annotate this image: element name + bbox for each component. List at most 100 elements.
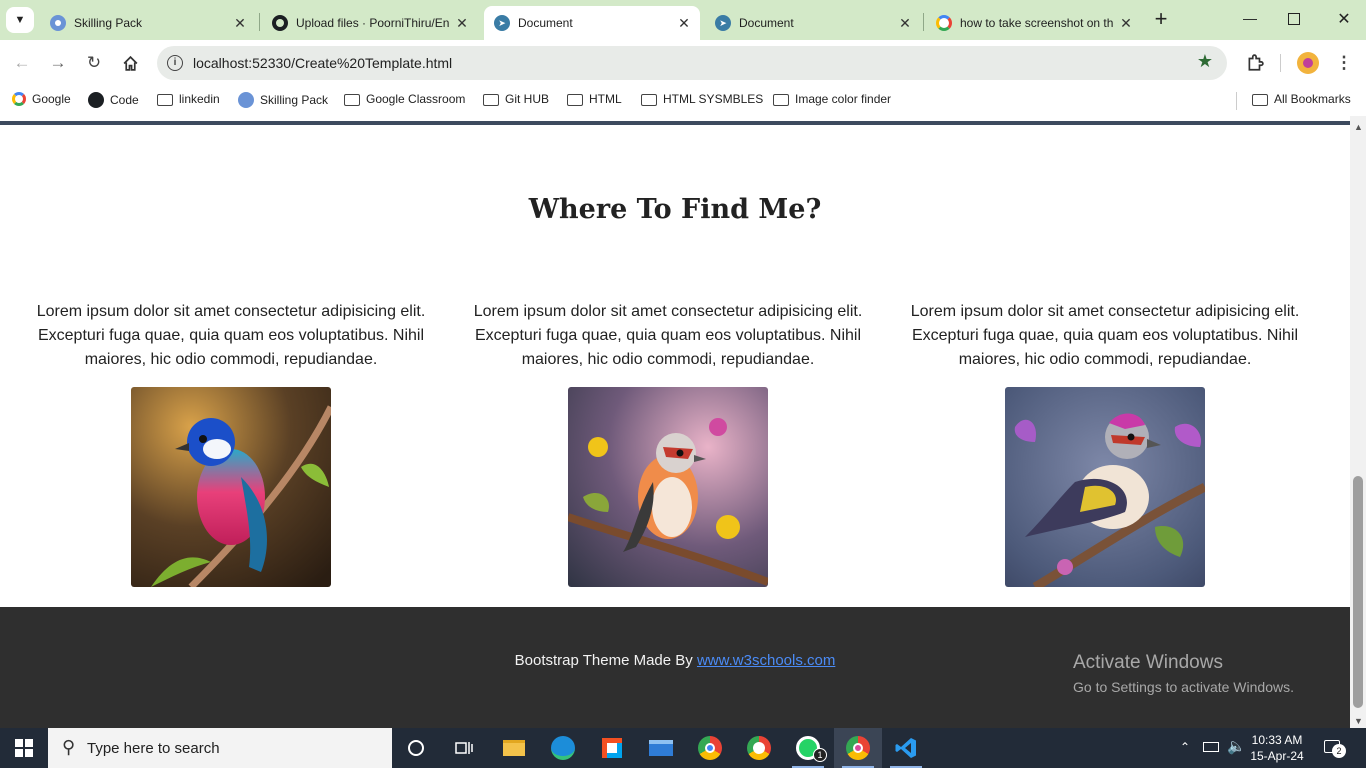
scroll-thumb[interactable] [1353, 476, 1363, 708]
close-icon[interactable]: ✕ [452, 15, 472, 32]
bookmark-label: Git HUB [505, 92, 550, 106]
puzzle-icon [1248, 54, 1264, 71]
chrome-profile-button[interactable] [735, 728, 783, 768]
navbar-edge [0, 121, 1350, 125]
bookmark-code[interactable]: Code [88, 92, 139, 108]
site-info-icon[interactable]: i [167, 55, 183, 71]
folder-icon [641, 94, 657, 106]
folder-icon [567, 94, 583, 106]
bookmark-label: HTML [589, 92, 622, 106]
edge-button[interactable] [539, 728, 587, 768]
document-icon: ➤ [494, 15, 510, 31]
reload-button[interactable]: ↻ [82, 51, 106, 75]
home-icon [123, 55, 137, 71]
column-text: Lorem ipsum dolor sit amet consectetur a… [473, 303, 863, 368]
document-icon: ➤ [715, 15, 731, 31]
bookmark-linkedin[interactable]: linkedin [157, 92, 220, 106]
circle-icon [408, 740, 424, 756]
tab-document-active[interactable]: ➤ Document ✕ [484, 6, 700, 40]
tab-title: Document [739, 16, 794, 30]
scroll-up-icon[interactable]: ▲ [1354, 122, 1363, 132]
taskbar-clock[interactable]: 10:33 AM 15-Apr-24 [1245, 732, 1309, 764]
profile-avatar[interactable] [1297, 52, 1319, 74]
bird-image-finch [1005, 387, 1205, 587]
forward-button[interactable]: → [46, 51, 70, 75]
battery-icon[interactable] [1203, 742, 1219, 752]
restore-button[interactable] [1288, 13, 1300, 25]
chrome-active-button[interactable] [834, 728, 882, 768]
bookmark-google-classroom[interactable]: Google Classroom [344, 92, 465, 106]
back-button[interactable]: ← [10, 51, 34, 75]
chrome-icon [698, 736, 722, 760]
folder-icon [344, 94, 360, 106]
close-icon[interactable]: ✕ [895, 15, 915, 32]
whatsapp-button[interactable]: 1 [784, 728, 832, 768]
folder-icon [1252, 94, 1268, 106]
bookmark-image-color-finder[interactable]: Image color finder [773, 92, 891, 106]
new-tab-button[interactable]: + [1150, 8, 1172, 30]
search-placeholder: Type here to search [87, 740, 220, 757]
scroll-down-icon[interactable]: ▼ [1354, 716, 1363, 726]
search-icon: ⚲ [62, 737, 76, 757]
folder-icon [773, 94, 789, 106]
volume-icon[interactable]: 🔈 [1227, 737, 1246, 755]
notification-center-button[interactable]: 2 [1322, 738, 1346, 758]
github-icon [88, 92, 104, 108]
mail-button[interactable] [637, 728, 685, 768]
tab-title: how to take screenshot on th [960, 16, 1114, 30]
vscode-icon [895, 738, 916, 758]
bookmark-star-icon[interactable]: ★ [1197, 51, 1213, 72]
close-icon[interactable]: ✕ [1116, 15, 1136, 32]
column-text: Lorem ipsum dolor sit amet consectetur a… [910, 303, 1300, 368]
bookmark-git-hub[interactable]: Git HUB [483, 92, 549, 106]
bookmark-label: Skilling Pack [260, 93, 329, 107]
tab-title: Upload files · PoorniThiru/En [296, 16, 450, 30]
taskbar-search[interactable]: ⚲ Type here to search [48, 728, 392, 768]
close-icon[interactable]: ✕ [230, 15, 250, 32]
tab-upload-files[interactable]: Upload files · PoorniThiru/En ✕ [262, 6, 478, 40]
tab-google-search[interactable]: how to take screenshot on th ✕ [926, 6, 1142, 40]
bookmark-skilling-pack[interactable]: Skilling Pack [238, 92, 328, 108]
footer-link[interactable]: www.w3schools.com [697, 652, 835, 669]
watermark-subtitle: Go to Settings to activate Windows. [1073, 679, 1294, 695]
close-icon[interactable]: ✕ [674, 15, 694, 32]
bookmark-google[interactable]: Google [12, 92, 71, 106]
google-icon [12, 92, 26, 106]
clock-time: 10:33 AM [1251, 733, 1303, 747]
bookmark-label: Image color finder [795, 92, 892, 106]
all-bookmarks-label: All Bookmarks [1274, 92, 1351, 106]
chrome-profile-icon [747, 736, 771, 760]
address-bar[interactable]: i localhost:52330/Create%20Template.html… [157, 46, 1227, 80]
show-hidden-icons-chevron[interactable]: ⌃ [1180, 740, 1190, 754]
close-window-button[interactable]: ✕ [1334, 9, 1354, 29]
skilling-pack-icon [238, 92, 254, 108]
home-button[interactable] [118, 51, 142, 75]
all-bookmarks[interactable]: All Bookmarks [1252, 92, 1351, 106]
menu-kebab-button[interactable]: ⋮ [1332, 51, 1356, 75]
info-column: Lorem ipsum dolor sit amet consectetur a… [21, 300, 441, 372]
bookmarks-bar: Google Code linkedin Skilling Pack Googl… [0, 86, 1366, 116]
minimize-button[interactable]: — [1240, 10, 1260, 30]
task-view-icon [455, 742, 473, 754]
bookmark-html-symbles[interactable]: HTML SYSMBLES [641, 92, 763, 106]
task-view-button[interactable] [440, 728, 488, 768]
file-explorer-button[interactable] [490, 728, 538, 768]
start-button[interactable] [0, 728, 48, 768]
vscode-button[interactable] [882, 728, 930, 768]
cortana-button[interactable] [392, 728, 440, 768]
page-scrollbar[interactable]: ▲ ▼ [1350, 116, 1366, 728]
tab-skilling-pack[interactable]: Skilling Pack ✕ [40, 6, 256, 40]
info-column: Lorem ipsum dolor sit amet consectetur a… [458, 300, 878, 372]
tab-search-button[interactable]: ▼ [6, 7, 34, 33]
url-text[interactable]: localhost:52330/Create%20Template.html [193, 55, 452, 71]
bird-image-blue [131, 387, 331, 587]
store-button[interactable] [588, 728, 636, 768]
bookmark-label: Code [110, 93, 139, 107]
extensions-button[interactable] [1243, 51, 1267, 75]
bookmark-html[interactable]: HTML [567, 92, 622, 106]
tab-document[interactable]: ➤ Document ✕ [705, 6, 921, 40]
clock-date: 15-Apr-24 [1250, 749, 1304, 763]
skilling-pack-icon [50, 15, 66, 31]
chrome-button[interactable] [686, 728, 734, 768]
edge-icon [551, 736, 575, 760]
